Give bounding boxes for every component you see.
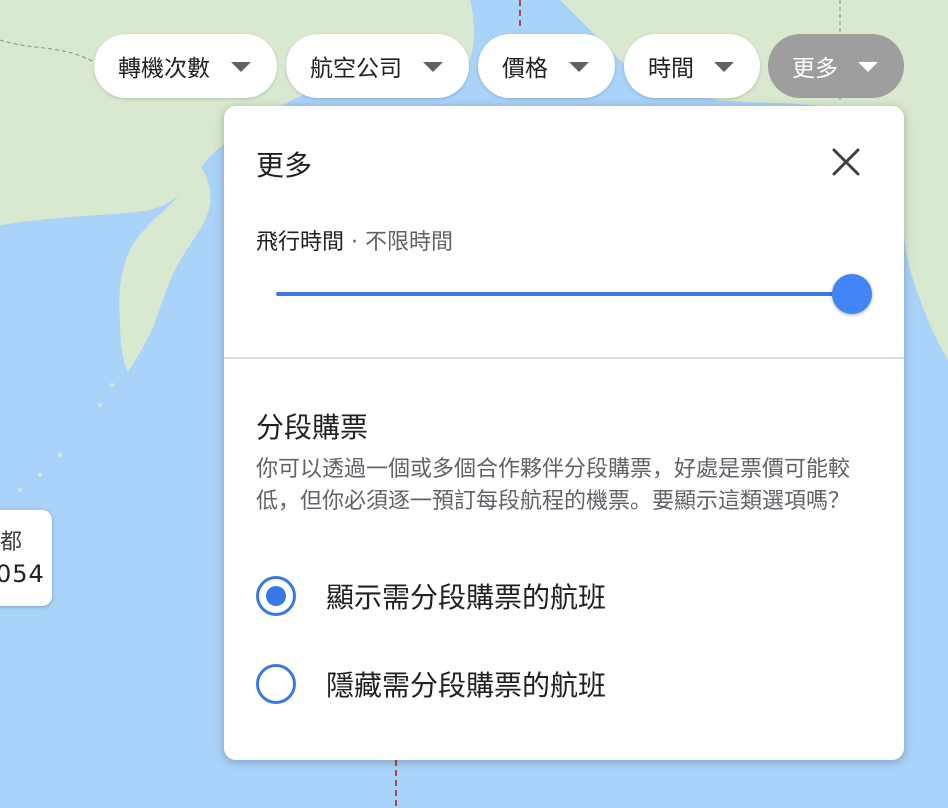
- filter-chip-airlines-label: 航空公司: [310, 56, 402, 82]
- separate-tickets-description: 你可以透過一個或多個合作夥伴分段購票，好處是票價可能較低，但你必須逐一預訂每段航…: [256, 457, 851, 514]
- chevron-down-icon: [231, 62, 251, 72]
- radio-show-separate-tickets[interactable]: 顯示需分段購票的航班: [256, 574, 606, 618]
- duration-label-value: 不限時間: [365, 230, 454, 255]
- radio-button-unchecked[interactable]: [256, 664, 296, 704]
- filter-chip-airlines[interactable]: 航空公司: [286, 34, 469, 98]
- divider: [224, 357, 904, 359]
- filter-chip-times[interactable]: 時間: [624, 34, 760, 98]
- radio-hide-separate-tickets[interactable]: 隱藏需分段購票的航班: [256, 662, 606, 706]
- marker-city: 都: [0, 530, 23, 555]
- filter-chip-stops[interactable]: 轉機次數: [94, 34, 277, 98]
- flight-duration-label: 飛行時間 · 不限時間: [256, 224, 453, 256]
- filter-chip-price[interactable]: 價格: [478, 34, 615, 98]
- filter-chip-times-label: 時間: [648, 56, 694, 82]
- filter-chip-stops-label: 轉機次數: [118, 56, 210, 82]
- filter-chip-more[interactable]: 更多: [768, 34, 904, 98]
- more-filters-panel: 更多 飛行時間 · 不限時間 分段購票 你可以透過一個或多個合作夥伴分段購票，好…: [224, 106, 904, 760]
- close-button[interactable]: [828, 144, 864, 180]
- chevron-down-icon: [569, 62, 589, 72]
- map-price-marker[interactable]: 都 054: [0, 510, 52, 606]
- duration-slider-track[interactable]: [276, 292, 852, 296]
- close-icon: [832, 148, 860, 176]
- radio-button-checked[interactable]: [256, 576, 296, 616]
- filter-chip-price-label: 價格: [502, 56, 548, 82]
- chevron-down-icon: [858, 62, 878, 72]
- duration-label-key: 飛行時間: [256, 230, 345, 255]
- marker-price: 054: [0, 560, 45, 588]
- duration-slider-thumb[interactable]: [832, 274, 872, 314]
- chevron-down-icon: [423, 62, 443, 72]
- radio-label-show: 顯示需分段購票的航班: [326, 581, 607, 614]
- radio-label-hide: 隱藏需分段購票的航班: [326, 669, 607, 702]
- separate-tickets-title: 分段購票: [256, 411, 369, 444]
- chevron-down-icon: [714, 62, 734, 72]
- panel-title: 更多: [256, 149, 313, 182]
- duration-separator: ·: [344, 230, 365, 255]
- filter-chip-more-label: 更多: [792, 56, 838, 82]
